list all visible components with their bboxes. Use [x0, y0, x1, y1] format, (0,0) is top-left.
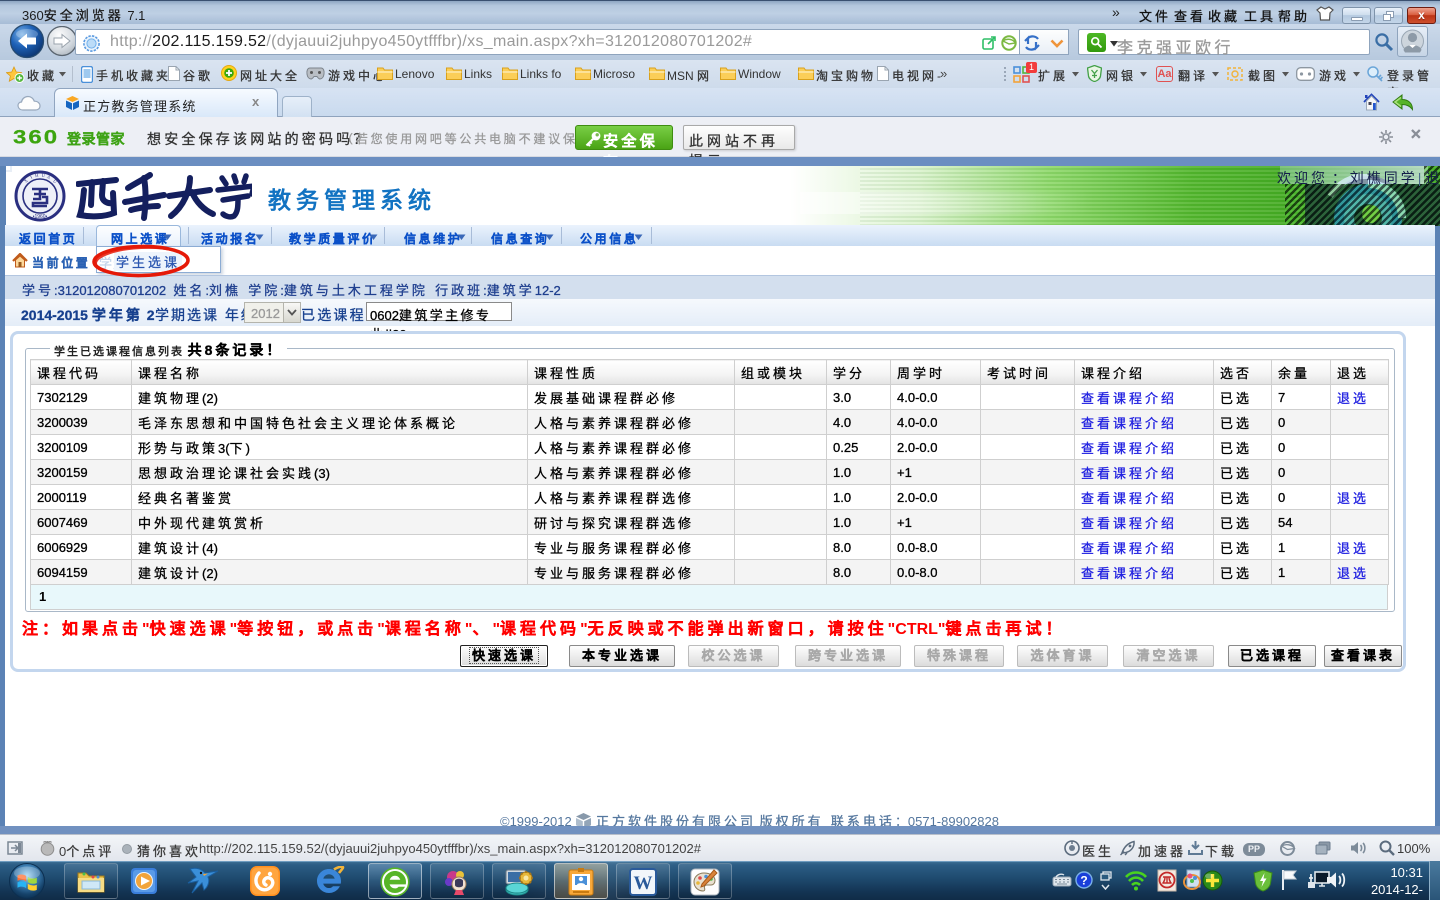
- svg-text:•1960•: •1960•: [33, 214, 48, 220]
- svg-text:W: W: [634, 873, 653, 894]
- svg-text:?: ?: [1080, 874, 1087, 888]
